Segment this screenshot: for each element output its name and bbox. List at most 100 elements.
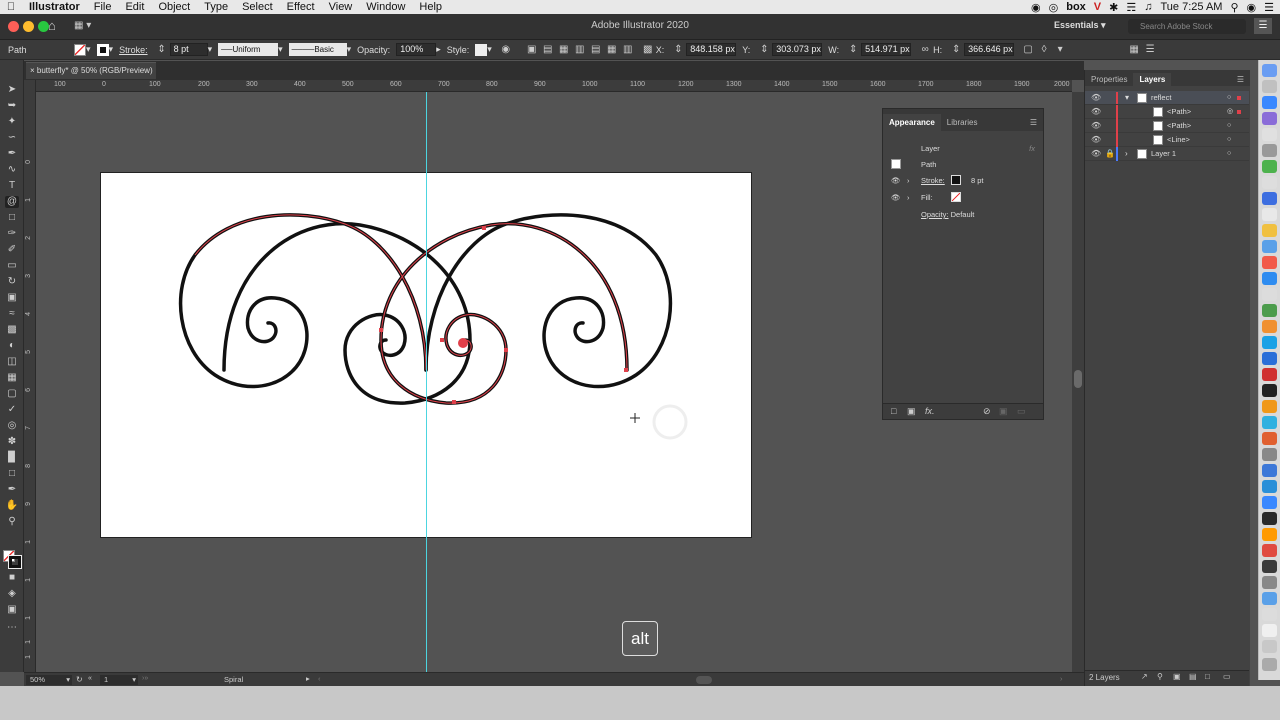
safari-icon[interactable] [1262,96,1277,109]
center-point[interactable] [458,338,468,348]
appearance-fill-row[interactable]: 👁 › Fill: [883,190,1043,205]
tab-appearance[interactable]: Appearance [883,114,941,131]
line-name[interactable]: <Line> [1167,133,1190,147]
scroll-left-icon[interactable]: ‹ [318,674,321,683]
fill-expand-icon[interactable]: › [907,190,910,205]
numbers-icon[interactable] [1262,304,1277,317]
appearance-fill-label[interactable]: Fill: [921,193,933,202]
app-icon[interactable] [1262,592,1277,605]
stroke-expand-icon[interactable]: › [907,173,910,188]
preferences-icon[interactable] [1262,144,1277,157]
photos-icon[interactable] [1262,176,1277,189]
textedit-icon[interactable] [1262,288,1277,301]
visibility-icon[interactable]: 👁 [1091,119,1101,133]
appearance-stroke-swatch[interactable] [951,175,961,185]
add-effect-icon[interactable]: fx. [925,406,935,416]
zoom-app-icon[interactable] [1262,336,1277,349]
target-icon[interactable]: ◎ [1227,105,1233,119]
skype-icon[interactable] [1262,480,1277,493]
target-icon[interactable]: ○ [1227,133,1231,147]
photoshop-icon[interactable] [1262,416,1277,429]
horizontal-scroll-thumb[interactable] [696,676,712,684]
layer-row-layer1[interactable]: 👁 🔒 › Layer 1 ○ [1085,147,1249,161]
downloads-icon[interactable] [1262,640,1277,653]
appearance-path-row[interactable]: Path [883,157,1043,172]
appearance-stroke-label[interactable]: Stroke: [921,176,945,185]
layer-name[interactable]: reflect [1151,91,1171,105]
layer-row-path[interactable]: 👁 <Path> ○ [1085,119,1249,133]
vlc-icon[interactable] [1262,400,1277,413]
vertical-guide[interactable] [426,92,427,672]
trash-icon[interactable] [1262,658,1277,671]
status-menu-icon[interactable]: ▸ [306,674,310,683]
terminal-icon[interactable] [1262,384,1277,397]
layers-menu-icon[interactable]: ☰ [1231,73,1250,86]
app-icon[interactable] [1262,448,1277,461]
rotate-view-icon[interactable]: ↻ [76,675,83,684]
add-fill-icon[interactable]: ▣ [907,406,916,417]
new-sublayer-icon[interactable]: ▤ [1189,672,1197,681]
calendar-icon[interactable] [1262,208,1277,221]
appearance-opacity-label[interactable]: Opacity: [921,210,949,219]
stroke-visibility-icon[interactable]: 👁 [891,173,901,188]
layer-row-line[interactable]: 👁 <Line> ○ [1085,133,1249,147]
layer-row-reflect[interactable]: 👁 ▾ reflect ○ [1085,91,1249,105]
duplicate-item-icon[interactable]: ▣ [999,406,1008,417]
clear-appearance-icon[interactable]: ⊘ [983,406,991,417]
maps-icon[interactable] [1262,240,1277,253]
clipping-mask-icon[interactable]: ▣ [1173,672,1181,681]
word-icon[interactable] [1262,352,1277,365]
powerpoint-icon[interactable] [1262,432,1277,445]
acrobat-icon[interactable] [1262,368,1277,381]
new-layer-icon[interactable]: □ [1205,672,1210,681]
chrome-icon[interactable] [1262,464,1277,477]
expand-icon[interactable]: ▾ [1125,91,1129,105]
anchor-point[interactable] [440,338,444,342]
music-icon[interactable] [1262,256,1277,269]
vertical-scroll-thumb[interactable] [1074,370,1082,388]
illustrator-icon[interactable] [1262,528,1277,541]
app-icon[interactable] [1262,608,1277,621]
target-icon[interactable]: ○ [1227,91,1231,105]
prev-artboard-icon[interactable]: « [88,675,98,682]
app-icon[interactable] [1262,496,1277,509]
podcasts-icon[interactable] [1262,112,1277,125]
finder-icon[interactable] [1262,64,1277,77]
anchor-point[interactable] [624,368,628,372]
zoom-field[interactable]: 50% ▾ [26,675,72,685]
appearance-stroke-value[interactable]: 8 pt [971,173,984,188]
app-icon[interactable] [1262,512,1277,525]
visibility-icon[interactable]: 👁 [1091,133,1101,147]
visibility-icon[interactable]: 👁 [1091,105,1101,119]
path-name[interactable]: <Path> [1167,105,1191,119]
appearance-opacity-row[interactable]: Opacity: Default [883,207,1043,222]
layer-row-path[interactable]: 👁 <Path> ◎ [1085,105,1249,119]
panel-menu-icon[interactable]: ☰ [1024,114,1043,131]
next-artboard-icon[interactable]: ›» [142,675,148,682]
keynote-icon[interactable] [1262,320,1277,333]
tab-properties[interactable]: Properties [1085,73,1133,86]
delete-layer-icon[interactable]: ▭ [1223,672,1231,681]
export-icon[interactable]: ↗ [1141,672,1148,681]
anchor-point[interactable] [482,226,486,230]
artboard-field[interactable]: 1 ▾ [100,675,138,685]
contacts-icon[interactable] [1262,128,1277,141]
fill-visibility-icon[interactable]: 👁 [891,190,901,205]
lock-icon[interactable]: 🔒 [1105,147,1115,161]
anchor-point[interactable] [452,400,456,404]
app-icon[interactable] [1262,576,1277,589]
appearance-fill-swatch[interactable] [951,192,961,202]
layer-name[interactable]: Layer 1 [1151,147,1176,161]
target-icon[interactable]: ○ [1227,119,1231,133]
mail-icon[interactable] [1262,192,1277,205]
app-icon[interactable] [1262,544,1277,557]
app-icon[interactable] [1262,560,1277,573]
add-stroke-icon[interactable]: □ [891,406,896,416]
anchor-point[interactable] [379,328,383,332]
expand-icon[interactable]: › [1125,147,1128,161]
visibility-icon[interactable]: 👁 [1091,91,1101,105]
tab-layers[interactable]: Layers [1133,73,1172,86]
tab-libraries[interactable]: Libraries [941,114,984,131]
appstore-icon[interactable] [1262,272,1277,285]
scroll-right-icon[interactable]: › [1060,674,1063,683]
